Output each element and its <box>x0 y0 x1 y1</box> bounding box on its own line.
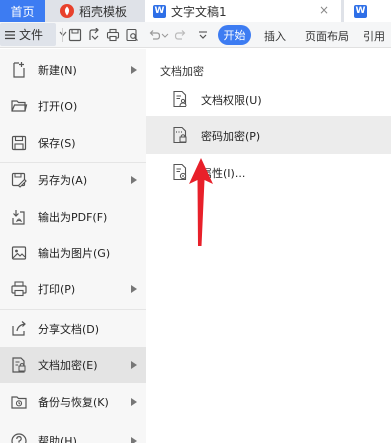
tab-home-label: 首页 <box>10 4 35 19</box>
red-annotation-arrow-icon <box>189 158 213 246</box>
new-icon <box>13 62 25 78</box>
writer-doc-icon-2: W <box>354 4 367 18</box>
share-icon <box>12 321 26 336</box>
doc-permission-icon <box>173 90 187 108</box>
export-icon[interactable] <box>87 28 101 42</box>
redo-icon[interactable] <box>174 28 188 42</box>
file-menu-button[interactable]: 文件 <box>0 23 67 46</box>
save-as-icon <box>11 172 27 188</box>
menu-item-save[interactable]: 保存(S) <box>0 125 146 161</box>
file-menu-label: 文件 <box>19 28 44 42</box>
ribbon-tab-insert[interactable]: 插入 <box>264 28 286 44</box>
encrypt-submenu: 文档加密 文档权限(U) 密码加密(P) 属性(I)... <box>146 49 391 443</box>
menu-item-new[interactable]: 新建(N) <box>0 52 146 88</box>
tab-document[interactable]: W 文字文稿1 × <box>145 0 341 22</box>
ribbon-tab-start[interactable]: 开始 <box>218 25 251 45</box>
toolbar: 文件 开始 插入 页面布局 引用 <box>0 22 391 48</box>
save-icon[interactable] <box>68 28 82 42</box>
docer-logo-icon <box>60 4 74 18</box>
writer-doc-icon: W <box>153 4 166 18</box>
submenu-item-password-encrypt-label: 密码加密(P) <box>201 130 261 143</box>
menu-item-save-as-label: 另存为(A) <box>38 174 88 187</box>
save-icon <box>11 135 27 151</box>
menu-item-export-pdf-label: 输出为PDF(F) <box>38 211 108 224</box>
submenu-arrow-icon <box>131 176 137 184</box>
help-icon <box>11 433 27 443</box>
ribbon-tab-reference[interactable]: 引用 <box>363 28 385 44</box>
customize-toolbar-icon[interactable] <box>196 28 210 42</box>
submenu-arrow-icon <box>131 66 137 74</box>
tab-close-icon[interactable]: × <box>319 3 329 17</box>
folder-open-icon <box>11 100 28 112</box>
print-icon[interactable] <box>106 28 120 42</box>
submenu-arrow-icon <box>131 285 137 293</box>
submenu-title: 文档加密 <box>160 65 204 78</box>
submenu-arrow-icon <box>131 398 137 406</box>
menu-item-backup-label: 备份与恢复(K) <box>38 396 109 409</box>
tab-document-label: 文字文稿1 <box>171 4 227 19</box>
menu-item-print[interactable]: 打印(P) <box>0 271 146 307</box>
submenu-arrow-icon <box>131 437 137 443</box>
submenu-item-doc-permission-label: 文档权限(U) <box>201 94 262 107</box>
tab-docer-label: 稻壳模板 <box>79 4 128 19</box>
menu-item-export-image-label: 输出为图片(G) <box>38 247 111 260</box>
undo-icon[interactable] <box>147 28 161 42</box>
menu-item-encrypt[interactable]: 文档加密(E) <box>0 347 146 383</box>
menu-item-print-label: 打印(P) <box>38 283 76 296</box>
image-icon <box>11 246 27 260</box>
encrypt-icon <box>12 357 26 373</box>
menu-item-help[interactable]: 帮助(H) <box>0 423 146 443</box>
print-icon <box>11 281 27 297</box>
tab-home[interactable]: 首页 <box>0 0 45 22</box>
tab-document-2[interactable]: W <box>344 0 391 22</box>
menu-item-encrypt-label: 文档加密(E) <box>38 359 98 372</box>
menu-item-share[interactable]: 分享文档(D) <box>0 311 146 347</box>
tab-bar: 首页 稻壳模板 W 文字文稿1 × W <box>0 0 391 22</box>
submenu-item-properties[interactable]: 属性(I)... <box>146 153 391 191</box>
file-menu: 新建(N) 打开(O) 保存(S) 另存为(A) 输出为PDF(F) 输出为图片… <box>0 49 146 443</box>
menu-item-save-label: 保存(S) <box>38 137 76 150</box>
undo-dropdown-icon[interactable] <box>161 28 169 42</box>
toolbar-separator <box>62 28 63 42</box>
menu-item-help-label: 帮助(H) <box>38 435 77 443</box>
menu-item-export-pdf[interactable]: 输出为PDF(F) <box>0 199 146 235</box>
backup-icon <box>11 396 27 409</box>
tab-docer-templates[interactable]: 稻壳模板 <box>46 0 142 22</box>
submenu-arrow-icon <box>131 361 137 369</box>
print-preview-icon[interactable] <box>125 28 139 42</box>
menu-item-backup[interactable]: 备份与恢复(K) <box>0 384 146 420</box>
password-lock-icon <box>173 126 187 144</box>
menu-item-new-label: 新建(N) <box>38 64 77 77</box>
chevron-down-icon[interactable] <box>58 27 68 41</box>
menu-item-save-as[interactable]: 另存为(A) <box>0 162 146 198</box>
menu-item-open-label: 打开(O) <box>38 100 78 113</box>
menu-item-share-label: 分享文档(D) <box>38 323 100 336</box>
pdf-icon <box>12 210 25 225</box>
ribbon-tab-page-layout[interactable]: 页面布局 <box>305 28 349 44</box>
submenu-item-doc-permission[interactable]: 文档权限(U) <box>146 80 391 118</box>
submenu-item-password-encrypt[interactable]: 密码加密(P) <box>146 116 391 154</box>
menu-item-export-image[interactable]: 输出为图片(G) <box>0 235 146 271</box>
menu-divider <box>0 309 146 310</box>
menu-item-open[interactable]: 打开(O) <box>0 88 146 124</box>
hamburger-icon <box>5 30 15 39</box>
wps-writer-window: 首页 稻壳模板 W 文字文稿1 × W 文件 开始 插入 页面布局 引用 新建(… <box>0 0 391 443</box>
